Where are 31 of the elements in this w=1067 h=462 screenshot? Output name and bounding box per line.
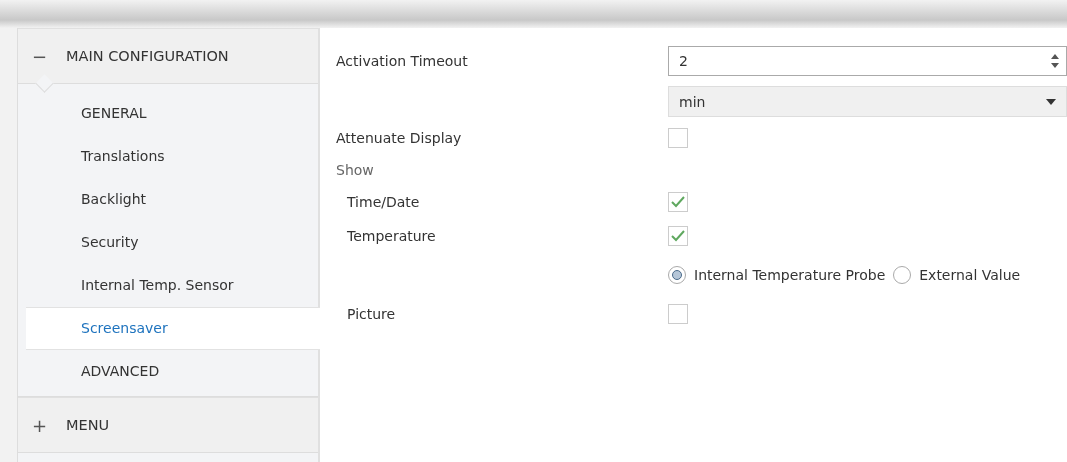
- sidebar-item[interactable]: GENERAL: [26, 92, 318, 135]
- section-header[interactable]: + MENU: [18, 397, 318, 453]
- radio-label: External Value: [919, 267, 1021, 283]
- sidebar-item[interactable]: Security: [26, 221, 318, 264]
- dropdown-caret-icon: [1046, 98, 1056, 105]
- sidebar-item[interactable]: ADVANCED: [26, 350, 318, 393]
- field-label: Picture: [346, 306, 397, 322]
- expand-icon[interactable]: +: [32, 414, 66, 436]
- checkbox[interactable]: [668, 192, 688, 212]
- checkmark-icon: [671, 196, 685, 208]
- number-field[interactable]: 2: [668, 46, 1067, 76]
- sidebar-item[interactable]: Screensaver: [26, 307, 320, 350]
- sidebar-item[interactable]: Internal Temp. Sensor: [26, 264, 318, 307]
- unit-dropdown[interactable]: min: [668, 86, 1067, 117]
- radio-button[interactable]: [668, 266, 686, 284]
- section-title: MAIN CONFIGURATION: [66, 48, 229, 64]
- field-label: Activation Timeout: [336, 53, 469, 69]
- group-label: Show: [336, 161, 375, 180]
- section-title: MENU: [66, 417, 110, 433]
- radio-label: Internal Temperature Probe: [694, 267, 886, 283]
- collapse-icon[interactable]: −: [32, 45, 66, 67]
- sidebar-item[interactable]: Translations: [26, 135, 318, 178]
- field-label: Time/Date: [346, 194, 421, 210]
- checkbox[interactable]: [668, 304, 688, 324]
- field-label: Temperature: [346, 228, 437, 244]
- field-label: Attenuate Display: [336, 130, 463, 146]
- radio-button[interactable]: [893, 266, 912, 284]
- sidebar-item[interactable]: Backlight: [26, 178, 318, 221]
- checkbox[interactable]: [668, 128, 688, 148]
- checkbox[interactable]: [668, 226, 688, 246]
- checkmark-icon: [671, 230, 685, 242]
